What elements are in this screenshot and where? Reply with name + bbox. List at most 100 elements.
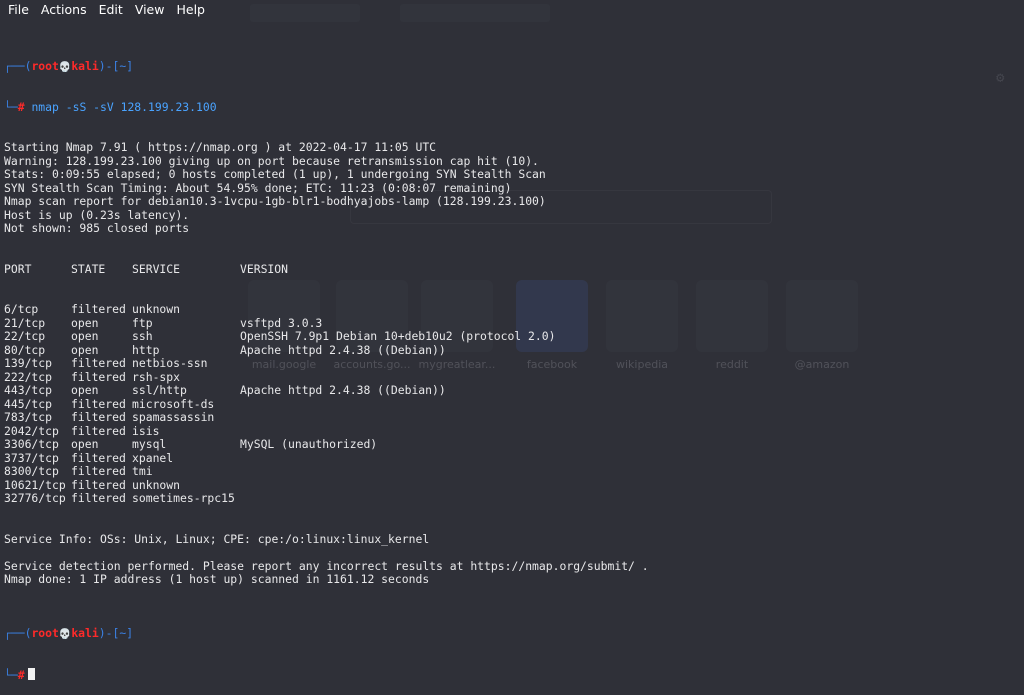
port-row: 6/tcp filtered unknown (4, 302, 1024, 317)
input-line[interactable]: └─# (4, 667, 1024, 682)
port-row: 80/tcp open http Apache httpd 2.4.38 ((Debi… (4, 342, 1024, 358)
prompt-user: root (31, 626, 59, 640)
output-line: Nmap scan report for debian10.3-1vcpu-1g… (4, 194, 546, 208)
menu-help[interactable]: Help (170, 0, 211, 20)
terminal-output[interactable]: ┌──(root💀kali)-[~] └─# nmap -sS -sV 128.… (4, 33, 1024, 695)
port-cell: 222/tcp (4, 369, 53, 384)
text-cursor (27, 667, 35, 680)
state-cell: filtered (71, 423, 126, 438)
port-row: 3306/tcp open mysql MySQL (unauthorized) (4, 437, 1024, 452)
version-cell: MySQL (unauthorized) (240, 437, 378, 451)
port-cell: 783/tcp (4, 410, 53, 424)
state-cell: open (71, 383, 99, 397)
state-cell: filtered (71, 450, 126, 465)
port-row: 8300/tcp filtered tmi (4, 464, 1024, 479)
service-cell: netbios-ssn (132, 356, 208, 370)
menu-view[interactable]: View (129, 0, 171, 20)
service-cell: unknown (132, 477, 181, 492)
prompt-corner: └─ (4, 99, 18, 114)
menu-edit[interactable]: Edit (93, 0, 129, 20)
prompt-hash: # (17, 99, 25, 114)
service-cell: ftp (132, 315, 153, 330)
port-row: 22/tcp open ssh OpenSSH 7.9p1 Debian 10+deb… (4, 329, 1024, 344)
prompt-line: ┌──(root💀kali)-[~] (4, 59, 1024, 74)
prompt-path: )-[~] (98, 626, 134, 640)
output-line: Host is up (0.23s latency). (4, 207, 190, 222)
output-line: SYN Stealth Scan Timing: About 54.95% do… (4, 180, 512, 195)
port-row: 21/tcp open ftp vsftpd 3.0.3 (4, 315, 1024, 331)
service-cell: unknown (132, 302, 181, 316)
state-cell: filtered (71, 302, 126, 316)
version-cell: OpenSSH 7.9p1 Debian 10+deb10u2 (protoco… (240, 329, 556, 343)
port-cell: 3306/tcp (4, 437, 59, 451)
prompt-corner: └─ (4, 667, 18, 682)
state-cell: filtered (71, 464, 126, 478)
service-cell: ssl/http (132, 383, 187, 397)
service-cell: xpanel (132, 450, 174, 465)
port-cell: 8300/tcp (4, 464, 59, 478)
ports-header-cell: PORT (4, 261, 32, 276)
skull-icon: 💀 (58, 629, 72, 640)
port-cell: 22/tcp (4, 329, 46, 343)
state-cell: filtered (71, 356, 126, 370)
port-row: 2042/tcp filtered isis (4, 423, 1024, 439)
service-cell: mysql (132, 437, 167, 451)
output-line: Starting Nmap 7.91 ( https://nmap.org ) … (4, 140, 437, 154)
prompt-host: kali (71, 59, 99, 73)
port-cell: 2042/tcp (4, 423, 59, 438)
output-line: Service detection performed. Please repo… (4, 558, 649, 573)
port-row: 222/tcp filtered rsh-spx (4, 369, 1024, 385)
skull-icon: 💀 (58, 62, 72, 73)
version-cell: Apache httpd 2.4.38 ((Debian)) (240, 342, 446, 357)
service-cell: ssh (132, 329, 153, 343)
output-line: Not shown: 985 closed ports (4, 221, 190, 235)
menu-file[interactable]: File (2, 0, 35, 20)
state-cell: filtered (71, 477, 126, 492)
state-cell: filtered (71, 369, 126, 384)
version-cell: vsftpd 3.0.3 (240, 315, 323, 330)
command-line: └─# nmap -sS -sV 128.199.23.100 (4, 99, 1024, 115)
state-cell: open (71, 329, 99, 343)
service-cell: tmi (132, 464, 153, 478)
prompt-host: kali (71, 626, 99, 640)
state-cell: filtered (71, 410, 126, 424)
output-line: Service Info: OSs: Unix, Linux; CPE: cpe… (4, 531, 430, 546)
port-cell: 3737/tcp (4, 450, 59, 465)
port-cell: 21/tcp (4, 315, 46, 330)
port-row: 783/tcp filtered spamassassin (4, 410, 1024, 425)
port-cell: 443/tcp (4, 383, 53, 397)
service-cell: sometimes-rpc15 (132, 491, 235, 505)
port-cell: 445/tcp (4, 396, 53, 411)
command-text: nmap -sS -sV 128.199.23.100 (31, 99, 217, 114)
port-row: 445/tcp filtered microsoft-ds (4, 396, 1024, 412)
port-row: 3737/tcp filtered xpanel (4, 450, 1024, 466)
prompt-hash: # (17, 667, 25, 682)
prompt-line-2: ┌──(root💀kali)-[~] (4, 626, 1024, 641)
version-cell: Apache httpd 2.4.38 ((Debian)) (240, 383, 446, 397)
prompt-user: root (31, 59, 59, 73)
port-row: 443/tcp open ssl/http Apache httpd 2.4.38 (… (4, 383, 1024, 398)
state-cell: open (71, 342, 99, 357)
port-cell: 10621/tcp (4, 477, 66, 492)
service-cell: spamassassin (132, 410, 215, 424)
state-cell: filtered (71, 491, 126, 505)
prompt-bracket: ┌──( (4, 59, 32, 73)
prompt-path: )-[~] (98, 59, 134, 73)
prompt-bracket: ┌──( (4, 626, 32, 640)
port-cell: 6/tcp (4, 302, 39, 316)
service-cell: http (132, 342, 160, 357)
port-cell: 32776/tcp (4, 491, 66, 505)
output-line: Warning: 128.199.23.100 giving up on por… (4, 153, 539, 168)
menu-actions[interactable]: Actions (35, 0, 93, 20)
ports-header-cell: STATE (71, 261, 106, 276)
port-cell: 80/tcp (4, 342, 46, 357)
service-cell: isis (132, 423, 160, 438)
state-cell: open (71, 315, 99, 330)
port-row: 139/tcp filtered netbios-ssn (4, 356, 1024, 371)
service-cell: microsoft-ds (132, 396, 215, 411)
output-line: Nmap done: 1 IP address (1 host up) scan… (4, 572, 430, 586)
terminal-menubar: File Actions Edit View Help (0, 0, 1024, 20)
port-row: 32776/tcp filtered sometimes-rpc15 (4, 491, 1024, 506)
